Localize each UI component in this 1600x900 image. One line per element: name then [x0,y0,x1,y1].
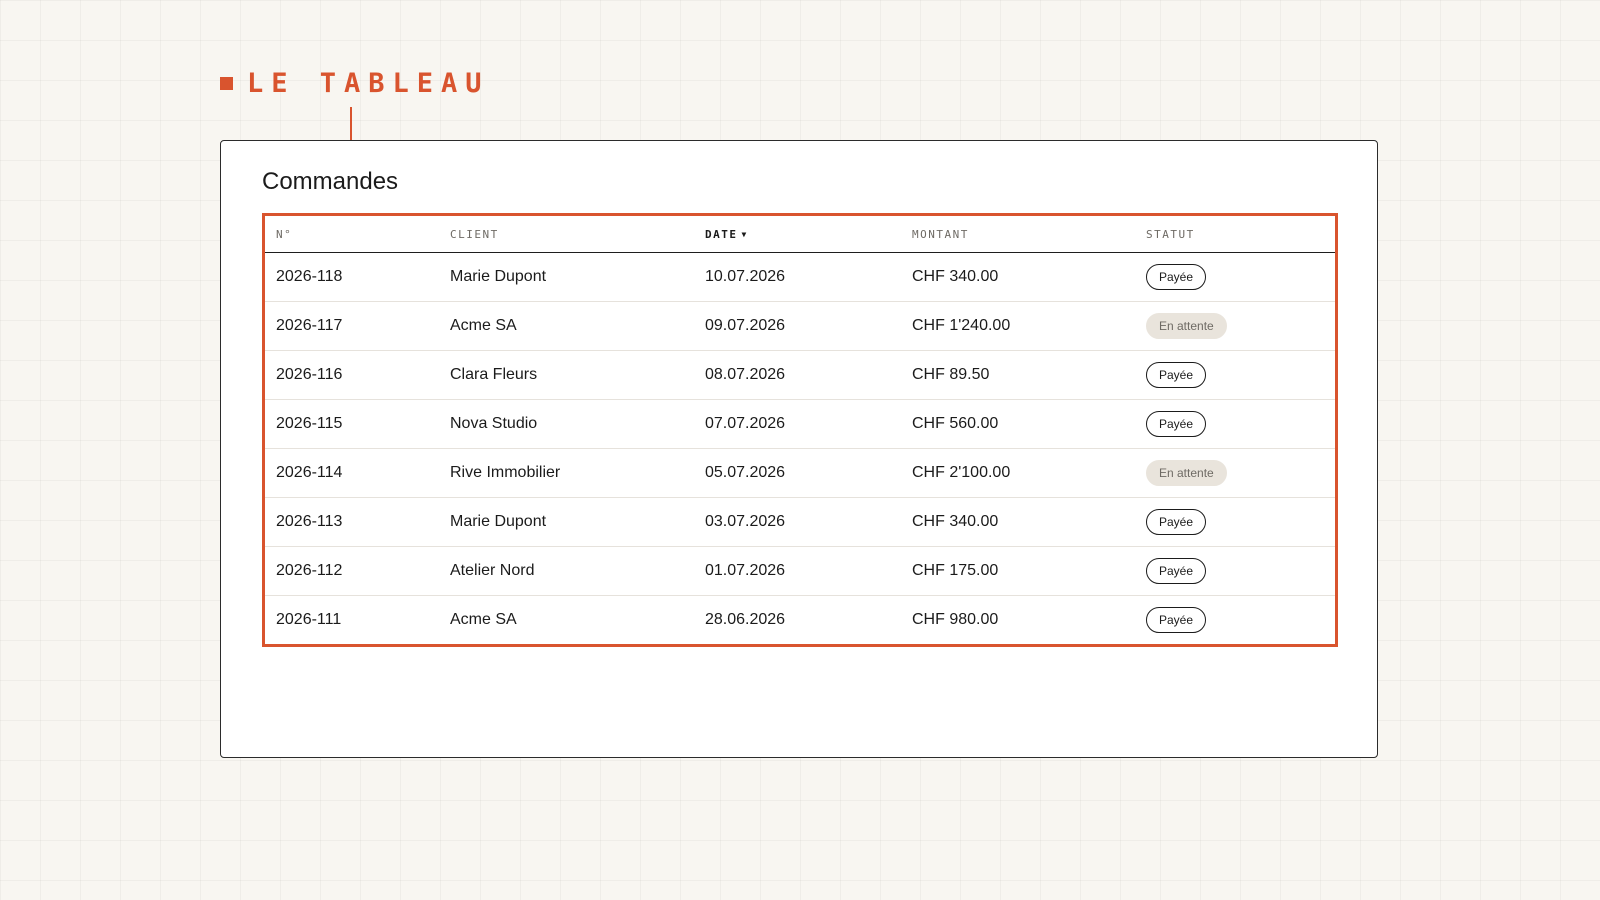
table-row[interactable]: 2026-112 Atelier Nord 01.07.2026 CHF 175.00… [265,546,1335,596]
cell-client: Acme SA [450,611,517,628]
column-header-status[interactable]: STATUT [1135,216,1335,253]
cell-amount: CHF 980.00 [912,611,999,628]
callout-label: LE TABLEAU [220,70,490,97]
sort-descending-icon: ▼ [741,230,747,239]
cell-date: 08.07.2026 [694,350,901,400]
table-row[interactable]: 2026-113 Marie Dupont 03.07.2026 CHF 340.00… [265,497,1335,547]
column-header-label: DATE [705,227,738,241]
orders-table-highlight: N° CLIENT DATE ▼ MONTANT STATUT 2026-118 M… [262,213,1338,647]
table-header-row: N° CLIENT DATE ▼ MONTANT STATUT [265,216,1335,253]
cell-client: Atelier Nord [439,546,694,596]
cell-date: 05.07.2026 [694,448,901,498]
cell-status: Payée [1135,596,1335,645]
column-header-label: N° [276,227,293,241]
cell-status: En attente [1135,301,1335,351]
cell-client: Marie Dupont [439,497,694,547]
column-header-label: MONTANT [912,227,969,241]
cell-amount: CHF 340.00 [901,497,1135,547]
column-header-label: CLIENT [450,227,499,241]
cell-num: 2026-115 [265,399,439,449]
status-badge: En attente [1146,313,1227,339]
cell-amount: CHF 89.50 [901,350,1135,400]
cell-client: Nova Studio [439,399,694,449]
column-header-date[interactable]: DATE ▼ [694,216,901,253]
cell-date: 07.07.2026 [694,399,901,449]
table-row[interactable]: 2026-114 Rive Immobilier 05.07.2026 CHF 2'1… [265,448,1335,498]
cell-client: Rive Immobilier [439,448,694,498]
cell-status: Payée [1135,252,1335,302]
cell-amount: CHF 1'240.00 [901,301,1135,351]
cell-num: 2026-118 [265,252,439,302]
column-header-amount[interactable]: MONTANT [901,216,1135,253]
table-row[interactable]: 2026-115 Nova Studio 07.07.2026 CHF 560.00 P… [265,399,1335,449]
card-title: Commandes [262,168,399,195]
status-badge: Payée [1146,411,1207,437]
table-body: 2026-118 Marie Dupont 10.07.2026 CHF 340.00… [265,252,1335,645]
cell-client: Marie Dupont [439,252,694,302]
status-badge: Payée [1146,264,1207,290]
cell-num: 2026-111 [276,611,342,628]
callout-connector-line [350,107,352,140]
cell-status: En attente [1135,448,1335,498]
cell-client: Acme SA [439,301,694,351]
cell-status: Payée [1135,399,1335,449]
cell-date: 10.07.2026 [694,252,901,302]
cell-amount: CHF 175.00 [901,546,1135,596]
cell-num: 2026-114 [265,448,439,498]
cell-status: Payée [1135,350,1335,400]
column-header-num[interactable]: N° [265,216,439,253]
cell-amount: CHF 560.00 [901,399,1135,449]
table-row[interactable]: 2026-111 Acme SA 28.06.2026 CHF 980.00 Payée [265,596,1335,645]
cell-client: Clara Fleurs [439,350,694,400]
status-badge: Payée [1146,607,1207,633]
table-row[interactable]: 2026-118 Marie Dupont 10.07.2026 CHF 340.00… [265,252,1335,302]
callout-text: LE TABLEAU [247,68,490,99]
status-badge: Payée [1146,558,1207,584]
cell-num: 2026-117 [265,301,439,351]
column-header-label: STATUT [1146,227,1195,241]
cell-num: 2026-113 [265,497,439,547]
orders-table: N° CLIENT DATE ▼ MONTANT STATUT 2026-118 M… [265,216,1335,644]
cell-amount: CHF 2'100.00 [901,448,1135,498]
cell-date: 09.07.2026 [694,301,901,351]
status-badge: Payée [1146,362,1207,388]
cell-status: Payée [1135,497,1335,547]
table-row[interactable]: 2026-116 Clara Fleurs 08.07.2026 CHF 89.50 P… [265,350,1335,400]
callout-square-marker [220,77,233,90]
cell-date: 28.06.2026 [705,611,786,628]
column-header-client[interactable]: CLIENT [439,216,694,253]
cell-amount: CHF 340.00 [901,252,1135,302]
orders-card: Commandes N° CLIENT DATE ▼ MONTANT STATUT… [220,140,1378,758]
status-badge: Payée [1146,509,1207,535]
cell-status: Payée [1135,546,1335,596]
cell-date: 01.07.2026 [694,546,901,596]
table-row[interactable]: 2026-117 Acme SA 09.07.2026 CHF 1'240.00 En … [265,301,1335,351]
status-badge: En attente [1146,460,1227,486]
cell-num: 2026-116 [265,350,439,400]
cell-date: 03.07.2026 [694,497,901,547]
cell-num: 2026-112 [265,546,439,596]
